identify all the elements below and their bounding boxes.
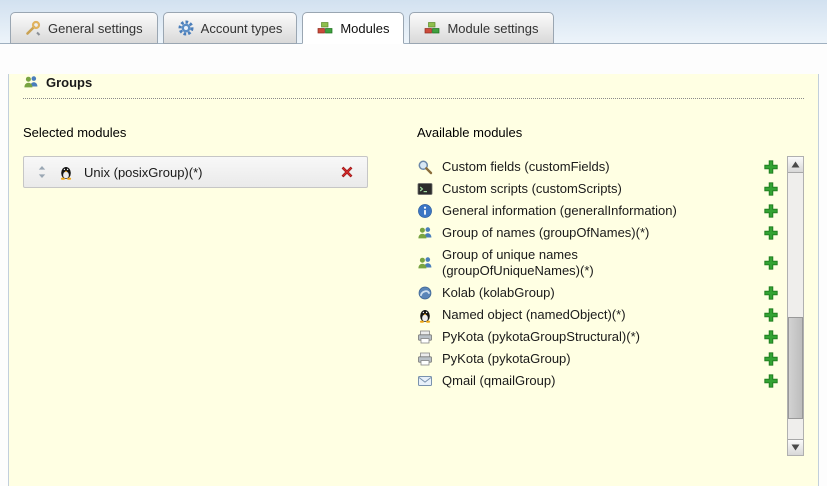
module-label: PyKota (pykotaGroupStructural)(*) <box>442 329 702 345</box>
available-modules-list: Custom fields (customFields) Custom scri… <box>417 156 779 392</box>
info-icon <box>417 203 433 219</box>
selected-modules-list: Unix (posixGroup)(*) <box>23 156 395 188</box>
tab-module-settings[interactable]: Module settings <box>409 12 553 44</box>
available-module-item: General information (generalInformation) <box>417 200 779 222</box>
add-module-button[interactable] <box>763 181 779 197</box>
plus-icon <box>763 225 779 241</box>
group-icon <box>417 255 433 271</box>
plus-icon <box>763 285 779 301</box>
scrollbar[interactable] <box>787 156 804 456</box>
available-module-item: PyKota (pykotaGroup) <box>417 348 779 370</box>
delete-x-icon <box>339 164 355 180</box>
module-columns: Selected modules Unix (posixGroup)(*) <box>23 125 804 456</box>
tab-bar: General settings Account types Modules M… <box>0 0 827 44</box>
module-label: Custom scripts (customScripts) <box>442 181 702 197</box>
tools-icon <box>25 20 41 36</box>
module-label: Custom fields (customFields) <box>442 159 702 175</box>
plus-icon <box>763 255 779 271</box>
remove-module-button[interactable] <box>339 164 355 180</box>
section-header: Groups <box>23 74 804 99</box>
available-module-item: Group of names (groupOfNames)(*) <box>417 222 779 244</box>
plus-icon <box>763 181 779 197</box>
tab-general-settings[interactable]: General settings <box>10 12 158 44</box>
magnifier-icon <box>417 159 433 175</box>
available-module-item: Kolab (kolabGroup) <box>417 282 779 304</box>
group-icon <box>23 74 39 90</box>
module-label: Qmail (qmailGroup) <box>442 373 702 389</box>
group-icon <box>417 225 433 241</box>
kolab-icon <box>417 285 433 301</box>
module-label: Group of names (groupOfNames)(*) <box>442 225 702 241</box>
page-title: Groups <box>46 75 92 90</box>
available-module-item: Qmail (qmailGroup) <box>417 370 779 392</box>
available-modules-heading: Available modules <box>417 125 804 140</box>
plus-icon <box>763 307 779 323</box>
available-modules-wrap: Custom fields (customFields) Custom scri… <box>417 156 804 456</box>
plus-icon <box>763 159 779 175</box>
script-icon <box>417 181 433 197</box>
tab-label: Modules <box>340 21 389 36</box>
tab-modules[interactable]: Modules <box>302 12 404 44</box>
module-label: Group of unique names (groupOfUniqueName… <box>442 247 702 279</box>
tab-label: Module settings <box>447 21 538 36</box>
module-label: PyKota (pykotaGroup) <box>442 351 702 367</box>
tux-icon <box>58 164 74 180</box>
add-module-button[interactable] <box>763 373 779 389</box>
printer-icon <box>417 329 433 345</box>
add-module-button[interactable] <box>763 285 779 301</box>
selected-module-item[interactable]: Unix (posixGroup)(*) <box>23 156 368 188</box>
available-module-item: Custom scripts (customScripts) <box>417 178 779 200</box>
plus-icon <box>763 329 779 345</box>
add-module-button[interactable] <box>763 255 779 271</box>
tab-label: Account types <box>201 21 283 36</box>
modules-icon <box>317 20 333 36</box>
available-modules-column: Available modules Custom fields (customF… <box>395 125 804 456</box>
add-module-button[interactable] <box>763 351 779 367</box>
arrow-up-icon <box>791 161 800 168</box>
add-module-button[interactable] <box>763 329 779 345</box>
printer-icon <box>417 351 433 367</box>
available-module-item: PyKota (pykotaGroupStructural)(*) <box>417 326 779 348</box>
arrow-down-icon <box>791 444 800 451</box>
plus-icon <box>763 351 779 367</box>
available-module-item: Custom fields (customFields) <box>417 156 779 178</box>
module-label: General information (generalInformation) <box>442 203 702 219</box>
scroll-down-button[interactable] <box>788 439 803 455</box>
mail-icon <box>417 373 433 389</box>
up-down-arrows-icon <box>36 165 48 179</box>
available-module-item: Named object (namedObject)(*) <box>417 304 779 326</box>
tab-label: General settings <box>48 21 143 36</box>
tab-account-types[interactable]: Account types <box>163 12 298 44</box>
plus-icon <box>763 373 779 389</box>
available-module-item: Group of unique names (groupOfUniqueName… <box>417 244 779 282</box>
modules-icon <box>424 20 440 36</box>
add-module-button[interactable] <box>763 203 779 219</box>
add-module-button[interactable] <box>763 307 779 323</box>
scroll-up-button[interactable] <box>788 157 803 173</box>
module-label: Unix (posixGroup)(*) <box>84 165 329 180</box>
gear-icon <box>178 20 194 36</box>
tux-icon <box>417 307 433 323</box>
module-label: Kolab (kolabGroup) <box>442 285 702 301</box>
selected-modules-heading: Selected modules <box>23 125 395 140</box>
add-module-button[interactable] <box>763 225 779 241</box>
content-panel: Groups Selected modules Unix (posixGroup… <box>8 74 819 486</box>
scroll-thumb[interactable] <box>788 317 803 419</box>
plus-icon <box>763 203 779 219</box>
add-module-button[interactable] <box>763 159 779 175</box>
selected-modules-column: Selected modules Unix (posixGroup)(*) <box>23 125 395 456</box>
module-label: Named object (namedObject)(*) <box>442 307 702 323</box>
drag-handle[interactable] <box>36 165 48 179</box>
